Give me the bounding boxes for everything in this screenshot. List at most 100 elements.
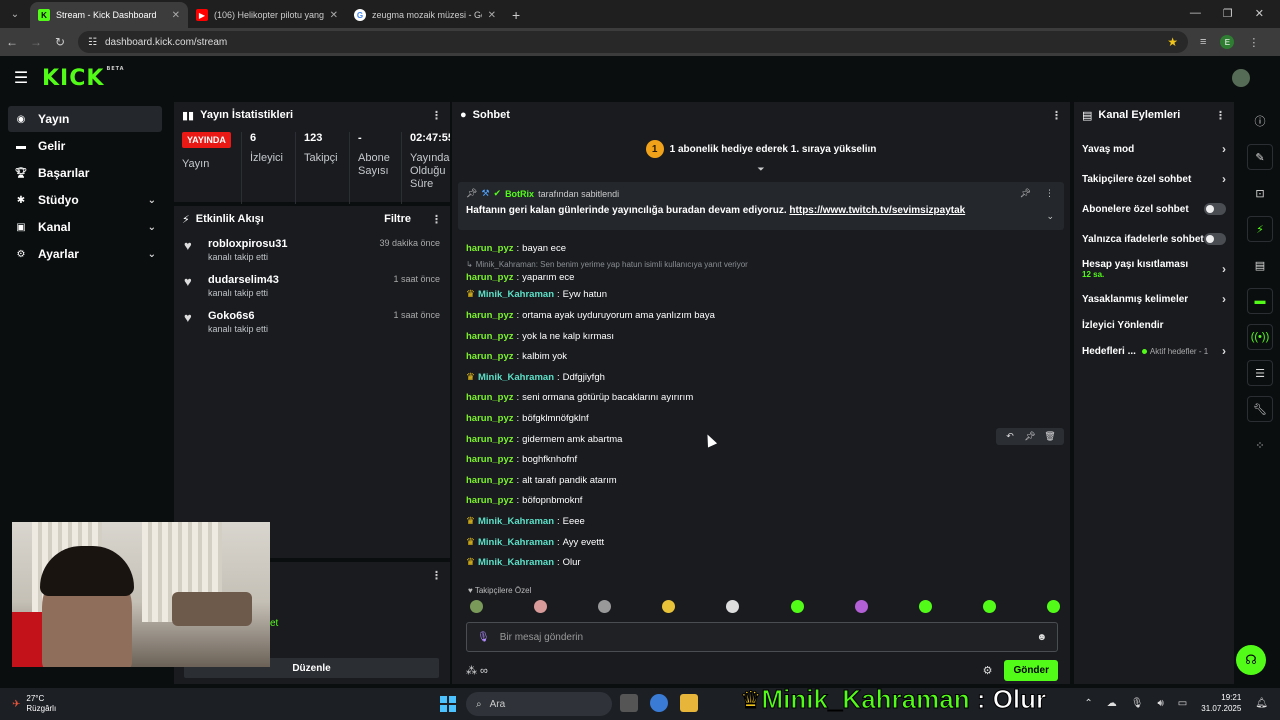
reading-list-icon[interactable]: ≡: [1200, 36, 1206, 48]
reload-icon[interactable]: ↻: [48, 35, 72, 49]
action-viewer-redirect[interactable]: İzleyici Yönlendir: [1074, 312, 1234, 338]
emote-icon[interactable]: [726, 600, 740, 613]
url-field[interactable]: ☷ dashboard.kick.com/stream ★: [78, 31, 1188, 53]
action-followers-chat[interactable]: Takipçilere özel sohbet ›: [1074, 166, 1234, 192]
points-infinity-icon[interactable]: ⁂ ∞: [466, 664, 488, 677]
back-icon[interactable]: ←: [0, 35, 24, 49]
speaker-icon[interactable]: 🔊︎: [1157, 698, 1163, 709]
network-icon[interactable]: ☁: [1107, 698, 1117, 709]
unpin-icon[interactable]: 📌︎: [1020, 188, 1031, 199]
pinned-author[interactable]: BotRix: [505, 189, 534, 199]
chevron-up-icon[interactable]: ⌃: [1084, 698, 1092, 709]
browser-tab-kick[interactable]: K Stream - Kick Dashboard ✕: [30, 2, 188, 28]
send-button[interactable]: Gönder: [1004, 659, 1058, 681]
close-icon[interactable]: ✕: [488, 10, 496, 21]
close-icon[interactable]: ✕: [330, 10, 338, 21]
chat-username[interactable]: harun_pyz: [466, 351, 514, 362]
help-support-button[interactable]: ☊: [1236, 645, 1266, 675]
document-icon[interactable]: ▤: [1247, 252, 1273, 278]
pin-icon[interactable]: 📌︎: [1022, 431, 1038, 442]
weather-widget[interactable]: ✈ 27°C Rüzgârlı: [0, 694, 56, 714]
taskbar-search[interactable]: ⌕ Ara: [466, 692, 612, 716]
hamburger-menu-icon[interactable]: ☰: [0, 68, 42, 88]
battery-icon[interactable]: ▭: [1178, 698, 1187, 709]
sidebar-item-gelir[interactable]: ▬ Gelir: [8, 133, 162, 159]
reply-icon[interactable]: ↶: [1002, 431, 1018, 442]
chat-username[interactable]: Minik_Kahraman: [478, 537, 554, 548]
collapse-chevron-icon[interactable]: ⏷: [452, 164, 1070, 180]
emote-icon[interactable]: [470, 600, 483, 613]
more-options-icon[interactable]: ⋮: [1051, 109, 1062, 122]
emote-icon[interactable]: [534, 600, 548, 613]
event-user[interactable]: dudarselim43: [208, 274, 279, 286]
filter-button[interactable]: Filtre: [384, 213, 411, 225]
action-goals[interactable]: Hedefleri ... Aktif hedefler - 1 ›: [1074, 338, 1234, 364]
close-icon[interactable]: ✕: [172, 10, 180, 21]
more-options-icon[interactable]: ⋮: [1215, 109, 1226, 122]
wrench-icon[interactable]: 🔧︎: [1247, 396, 1273, 422]
browser-menu-icon[interactable]: ⋮: [1248, 36, 1259, 49]
microphone-icon[interactable]: 🎙︎: [477, 632, 490, 643]
chat-username[interactable]: harun_pyz: [466, 392, 514, 403]
emote-icon[interactable]: [1046, 600, 1060, 613]
file-explorer-icon[interactable]: [680, 694, 698, 712]
chat-username[interactable]: harun_pyz: [466, 495, 514, 506]
tab-search-button[interactable]: ⌄: [4, 3, 26, 25]
sidebar-item-kanal[interactable]: ▣ Kanal ⌄: [8, 214, 162, 240]
microphone-icon[interactable]: 🎙︎: [1131, 698, 1144, 709]
site-info-icon[interactable]: ☷: [88, 37, 97, 48]
maximize-icon[interactable]: ❐: [1223, 7, 1233, 20]
info-icon[interactable]: ⓘ: [1247, 108, 1273, 134]
more-options-icon[interactable]: ⋮: [431, 569, 442, 582]
clock[interactable]: 19:21 31.07.2025: [1201, 692, 1241, 714]
more-options-icon[interactable]: ⋮: [1045, 188, 1054, 199]
emote-icon[interactable]: [790, 600, 804, 613]
close-window-icon[interactable]: ✕: [1255, 7, 1264, 20]
more-options-icon[interactable]: ⋮: [431, 109, 442, 122]
chat-username[interactable]: harun_pyz: [466, 310, 514, 321]
chat-input[interactable]: 🎙︎ Bir mesaj gönderin ☻: [466, 622, 1058, 652]
windows-start-icon[interactable]: [440, 696, 456, 712]
sidebar-item-yayin[interactable]: ◉ Yayın: [8, 106, 162, 132]
emote-icon[interactable]: [854, 600, 868, 613]
emote-icon[interactable]: [982, 600, 996, 613]
chat-username[interactable]: Minik_Kahraman: [478, 516, 554, 527]
sidebar-item-ayarlar[interactable]: ⚙ Ayarlar ⌄: [8, 241, 162, 267]
chat-username[interactable]: harun_pyz: [466, 475, 514, 486]
lightning-icon[interactable]: ⚡︎: [1247, 216, 1273, 242]
broadcast-icon[interactable]: ((•)): [1247, 324, 1273, 350]
notifications-icon[interactable]: 🔔︎: [1255, 698, 1268, 709]
task-view-icon[interactable]: [620, 694, 638, 712]
gift-sub-promo[interactable]: 1 1 abonelik hediye ederek 1. sıraya yük…: [452, 134, 1070, 164]
chat-username[interactable]: harun_pyz: [466, 272, 514, 283]
profile-avatar[interactable]: E: [1220, 35, 1235, 49]
user-avatar[interactable]: [1232, 69, 1250, 87]
event-user[interactable]: Goko6s6: [208, 310, 268, 322]
chat-settings-icon[interactable]: ⚙: [983, 664, 993, 677]
chat-username[interactable]: harun_pyz: [466, 243, 514, 254]
action-slow-mode[interactable]: Yavaş mod ›: [1074, 136, 1234, 162]
chat-username[interactable]: harun_pyz: [466, 454, 514, 465]
browser-tab-google[interactable]: G zeugma mozaik müzesi - Goog ✕: [346, 2, 504, 28]
delete-icon[interactable]: 🗑︎: [1042, 431, 1058, 442]
browser-tab-youtube[interactable]: ▶ (106) Helikopter pilotu yangına ✕: [188, 2, 346, 28]
chat-username[interactable]: harun_pyz: [466, 413, 514, 424]
chat-username[interactable]: harun_pyz: [466, 434, 514, 445]
new-tab-button[interactable]: +: [512, 7, 520, 23]
kick-logo[interactable]: KICK BETA: [42, 66, 125, 91]
chat-username[interactable]: harun_pyz: [466, 331, 514, 342]
chat-username[interactable]: Minik_Kahraman: [478, 557, 554, 568]
edit-pencil-icon[interactable]: ✎: [1247, 144, 1273, 170]
subs-chat-toggle[interactable]: [1204, 203, 1226, 215]
chevron-down-icon[interactable]: ⌄: [1046, 211, 1054, 222]
chat-icon[interactable]: ▬: [1247, 288, 1273, 314]
emote-icon[interactable]: [918, 600, 932, 613]
minimize-icon[interactable]: —: [1190, 7, 1201, 20]
action-account-age[interactable]: Hesap yaşı kısıtlaması 12 sa. ›: [1074, 256, 1234, 282]
sidebar-item-basarilar[interactable]: 🏆︎ Başarılar: [8, 160, 162, 186]
action-banned-words[interactable]: Yasaklanmış kelimeler ›: [1074, 286, 1234, 312]
sidebar-item-studyo[interactable]: ✱ Stüdyo ⌄: [8, 187, 162, 213]
list-icon[interactable]: ☰: [1247, 360, 1273, 386]
emote-icon[interactable]: [662, 600, 676, 613]
chat-username[interactable]: Minik_Kahraman: [478, 289, 554, 300]
